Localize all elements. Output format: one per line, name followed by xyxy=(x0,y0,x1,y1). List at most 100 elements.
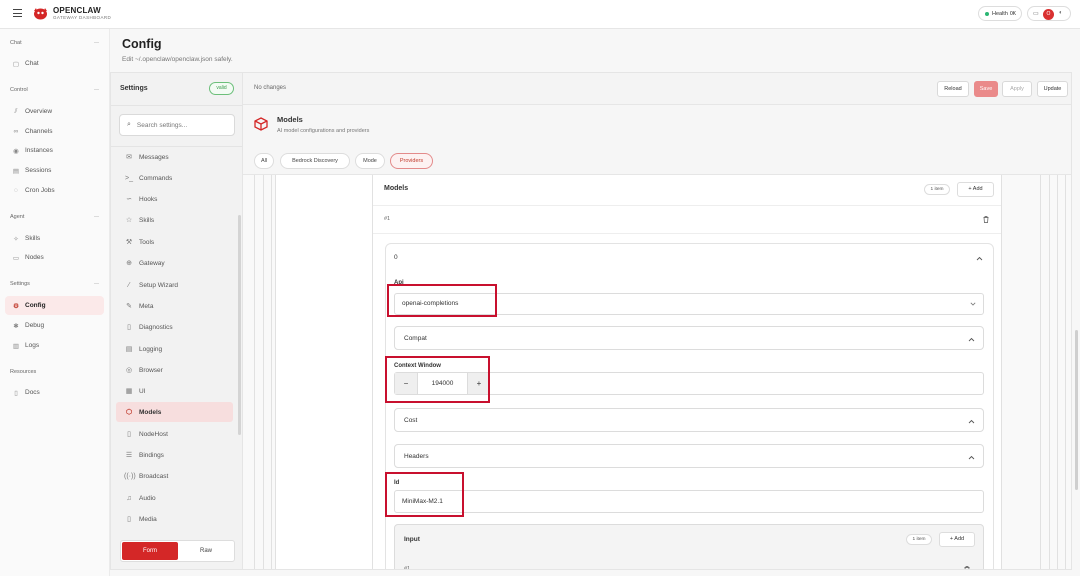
save-button[interactable]: Save xyxy=(974,81,998,97)
settings-item-audio[interactable]: ♫ Audio xyxy=(116,488,233,508)
page-title: Config xyxy=(122,37,162,51)
sidebar-item-config[interactable]: ⚙ Config xyxy=(5,296,104,315)
sidebar-item-debug[interactable]: ✱ Debug xyxy=(5,316,104,335)
sidebar-item-cron-jobs[interactable]: ◌ Cron Jobs xyxy=(5,181,104,200)
document-icon: ▯ xyxy=(127,431,131,438)
chevron-down-icon xyxy=(970,302,976,306)
chevron-up-icon[interactable] xyxy=(968,419,975,424)
model-entry-card: 0 Api openai-completions Compat Context … xyxy=(385,243,994,570)
menu-icon[interactable] xyxy=(13,9,22,17)
nav-group-chat[interactable]: Chat — xyxy=(10,40,99,46)
compat-label: Compat xyxy=(404,335,427,342)
trash-icon[interactable] xyxy=(964,566,970,570)
settings-item-commands[interactable]: >_ Commands xyxy=(116,168,233,188)
settings-item-messages[interactable]: ✉ Messages xyxy=(116,147,233,167)
section-subtitle: AI model configurations and providers xyxy=(277,128,370,134)
page-subtitle: Edit ~/.openclaw/openclaw.json safely. xyxy=(122,56,233,63)
health-badge[interactable]: Health OK xyxy=(978,6,1022,21)
nav-group-agent[interactable]: Agent — xyxy=(10,214,99,220)
context-window-input[interactable]: 194000 xyxy=(418,373,467,394)
settings-search[interactable]: ⌕ xyxy=(119,114,235,136)
tab-mode[interactable]: Mode xyxy=(355,153,385,169)
monitor-icon[interactable]: ▭ xyxy=(1033,10,1039,17)
reload-button[interactable]: Reload xyxy=(937,81,969,97)
add-input-button[interactable]: + Add xyxy=(939,532,975,547)
cost-label: Cost xyxy=(404,417,418,424)
broadcast-icon: ((·)) xyxy=(124,472,136,480)
wrench-icon: ⚒ xyxy=(125,239,133,246)
chevron-up-icon[interactable] xyxy=(976,256,983,261)
decrement-button[interactable]: − xyxy=(395,373,418,394)
settings-item-meta[interactable]: ✎ Meta xyxy=(116,296,233,316)
tab-all[interactable]: All xyxy=(254,153,274,169)
cost-section[interactable]: Cost xyxy=(394,408,984,432)
form-mode-button[interactable]: Form xyxy=(122,542,178,560)
sparkle-icon: ✧ xyxy=(13,235,19,243)
chevron-icon: — xyxy=(94,87,99,93)
settings-scrollbar[interactable] xyxy=(238,215,241,435)
nav-group-control[interactable]: Control — xyxy=(10,87,99,93)
models-count-badge: 1 item xyxy=(924,184,950,195)
settings-item-setup-wizard[interactable]: ⁄ Setup Wizard xyxy=(116,275,233,295)
sidebar-item-nodes[interactable]: ▭ Nodes xyxy=(5,248,104,267)
avatar[interactable]: O xyxy=(1043,9,1054,20)
book-icon: ▯ xyxy=(14,389,18,397)
sidebar-item-overview[interactable]: ⫽ Overview xyxy=(5,102,104,121)
api-select[interactable]: openai-completions xyxy=(394,293,984,315)
trash-icon[interactable] xyxy=(983,216,989,223)
settings-item-media[interactable]: ▯ Media xyxy=(116,509,233,529)
openclaw-logo-icon xyxy=(34,8,47,20)
settings-item-diagnostics[interactable]: ▯ Diagnostics xyxy=(116,317,233,337)
globe-icon: ⊕ xyxy=(126,260,132,267)
sidebar-item-docs[interactable]: ▯ Docs xyxy=(5,383,104,402)
cube-icon: ⬡ xyxy=(125,409,133,416)
mail-icon: ✉ xyxy=(126,154,132,161)
chevron-up-icon[interactable] xyxy=(968,337,975,342)
settings-item-nodehost[interactable]: ▯ NodeHost xyxy=(116,424,233,444)
settings-item-skills[interactable]: ☆ Skills xyxy=(116,210,233,230)
scroll-icon: ▥ xyxy=(12,342,20,350)
raw-mode-button[interactable]: Raw xyxy=(178,542,234,560)
nav-group-resources[interactable]: Resources xyxy=(10,369,36,375)
headers-section[interactable]: Headers xyxy=(394,444,984,468)
context-window-label: Context Window xyxy=(394,363,441,369)
settings-item-browser[interactable]: ◎ Browser xyxy=(116,360,233,380)
settings-item-hooks[interactable]: ∽ Hooks xyxy=(116,189,233,209)
wand-icon: ⁄ xyxy=(128,281,130,289)
tab-bedrock-discovery[interactable]: Bedrock Discovery xyxy=(280,153,350,169)
link-icon: ∞ xyxy=(13,128,19,135)
compat-section[interactable]: Compat xyxy=(394,326,984,350)
sidebar-item-instances[interactable]: ◉ Instances xyxy=(5,141,104,160)
chevron-up-icon[interactable] xyxy=(968,455,975,460)
sidebar-item-logs[interactable]: ▥ Logs xyxy=(5,336,104,355)
settings-item-gateway[interactable]: ⊕ Gateway xyxy=(116,253,233,273)
id-input[interactable]: MiniMax-M2.1 xyxy=(394,490,984,513)
settings-item-logging[interactable]: ▤ Logging xyxy=(116,339,233,359)
editor-content: Models 1 item + Add #1 0 Api openai-comp… xyxy=(243,175,1071,570)
monitor-icon: ▭ xyxy=(12,254,20,262)
apply-button[interactable]: Apply xyxy=(1002,81,1032,97)
sidebar-item-sessions[interactable]: ▤ Sessions xyxy=(5,161,104,180)
health-status: OK xyxy=(1009,10,1016,17)
radio-icon: ◉ xyxy=(13,147,19,155)
theme-toggle-icon[interactable]: ◐ xyxy=(1059,10,1063,16)
page-scrollbar[interactable] xyxy=(1075,330,1078,490)
sidebar-item-channels[interactable]: ∞ Channels xyxy=(5,122,104,141)
increment-button[interactable]: + xyxy=(467,373,490,394)
headers-label: Headers xyxy=(404,453,429,460)
settings-item-broadcast[interactable]: ((·)) Broadcast xyxy=(116,466,233,486)
input-entry-index: #1 xyxy=(404,566,411,570)
loader-icon: ◌ xyxy=(14,187,18,194)
tab-providers[interactable]: Providers xyxy=(390,153,433,169)
sidebar-item-chat[interactable]: ▢ Chat xyxy=(5,54,104,73)
settings-item-models[interactable]: ⬡ Models xyxy=(116,402,233,422)
nav-group-settings[interactable]: Settings — xyxy=(10,281,99,287)
settings-item-tools[interactable]: ⚒ Tools xyxy=(116,232,233,252)
section-header: Models AI model configurations and provi… xyxy=(243,105,1071,149)
search-input[interactable] xyxy=(136,121,227,129)
sidebar-item-skills[interactable]: ✧ Skills xyxy=(5,229,104,248)
update-button[interactable]: Update xyxy=(1037,81,1068,97)
add-model-button[interactable]: + Add xyxy=(957,182,994,197)
settings-item-bindings[interactable]: ☰ Bindings xyxy=(116,445,233,465)
settings-item-ui[interactable]: ▦ UI xyxy=(116,381,233,401)
